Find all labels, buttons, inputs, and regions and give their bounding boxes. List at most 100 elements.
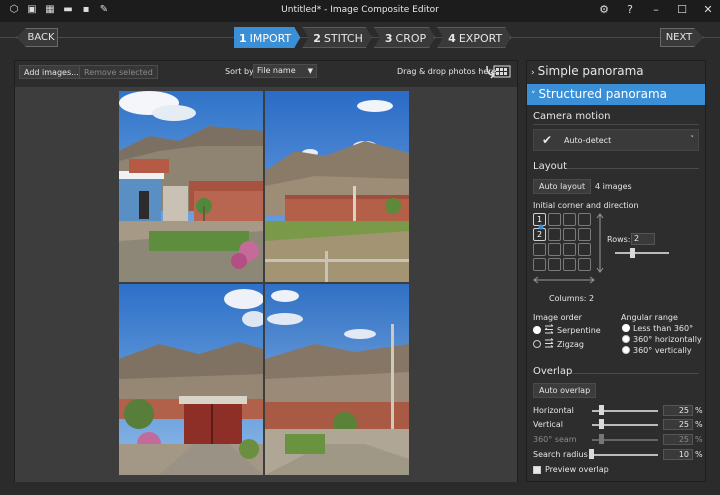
serpentine-radio[interactable] xyxy=(533,326,541,334)
rows-slider-track[interactable] xyxy=(615,252,669,254)
drag-drop-hint: Drag & drop photos here xyxy=(397,67,497,76)
structured-panorama-header[interactable]: ˅ Structured panorama xyxy=(527,84,705,105)
horizontal-overlap-input[interactable]: 25 xyxy=(663,405,693,416)
grid-cell[interactable] xyxy=(533,258,546,271)
360-horizontal-radio[interactable] xyxy=(622,335,630,343)
seam-overlap-slider-thumb xyxy=(599,434,604,444)
step-label: EXPORT xyxy=(458,32,503,45)
sort-by-label: Sort by xyxy=(225,67,254,76)
seam-overlap-input: 25 xyxy=(663,434,693,445)
search-radius-input[interactable]: 10 xyxy=(663,449,693,460)
remove-selected-button[interactable]: Remove selected xyxy=(79,65,158,79)
direction-arrow-icon xyxy=(538,224,544,230)
corner-direction-label: Initial corner and direction xyxy=(533,201,639,210)
step-export[interactable]: 4 EXPORT xyxy=(437,27,511,48)
percent-sign: % xyxy=(695,450,703,459)
less-than-360-radio[interactable] xyxy=(622,324,630,332)
horizontal-overlap-slider-thumb[interactable] xyxy=(599,405,604,415)
divider xyxy=(533,124,699,125)
search-radius-slider-track[interactable] xyxy=(592,454,658,456)
zigzag-radio[interactable] xyxy=(533,340,541,348)
image-count: 4 images xyxy=(595,182,632,191)
grid-cell[interactable] xyxy=(578,258,591,271)
simple-panorama-label: Simple panorama xyxy=(537,64,644,78)
grid-cell[interactable] xyxy=(563,228,576,241)
grid-cell[interactable] xyxy=(563,258,576,271)
search-radius-slider-thumb[interactable] xyxy=(589,449,594,459)
preview-overlap-label: Preview overlap xyxy=(545,465,609,474)
grid-cell[interactable] xyxy=(578,228,591,241)
grid-cell[interactable] xyxy=(563,213,576,226)
step-label: CROP xyxy=(395,32,427,45)
grid-cell[interactable] xyxy=(578,213,591,226)
camera-motion-value: Auto-detect xyxy=(564,136,612,145)
vertical-overlap-input[interactable]: 25 xyxy=(663,419,693,430)
simple-panorama-header[interactable]: › Simple panorama xyxy=(527,61,705,82)
percent-sign: % xyxy=(695,420,703,429)
checkmark-icon: ✔ xyxy=(542,133,553,147)
settings-icon[interactable]: ⚙ xyxy=(598,3,610,17)
step-number: 2 xyxy=(313,32,321,45)
chevron-right-icon: › xyxy=(531,68,535,78)
image-order-title: Image order xyxy=(533,313,582,322)
seam-overlap-label: 360° seam xyxy=(533,435,577,444)
step-number: 1 xyxy=(239,32,247,45)
grid-cell[interactable] xyxy=(563,243,576,256)
grid-cell[interactable] xyxy=(548,228,561,241)
grid-cell[interactable] xyxy=(578,243,591,256)
import-workspace: Add images... Remove selected Sort by Fi… xyxy=(14,60,518,482)
zigzag-label: Zigzag xyxy=(557,340,584,349)
rows-span-arrow-icon xyxy=(596,213,604,273)
photo-thumbnail-2[interactable] xyxy=(265,91,409,282)
step-import[interactable]: 1 IMPORT xyxy=(234,27,300,48)
back-button[interactable]: BACK xyxy=(16,28,58,47)
next-button[interactable]: NEXT xyxy=(660,28,704,47)
window-controls: ⚙ ? – ☐ ✕ xyxy=(598,3,714,17)
rows-input[interactable]: 2 xyxy=(631,233,655,245)
columns-span-arrow-icon xyxy=(533,276,595,284)
360-vertical-radio[interactable] xyxy=(622,346,630,354)
image-canvas[interactable] xyxy=(15,87,517,482)
rows-slider-thumb[interactable] xyxy=(630,248,635,258)
photo-thumbnail-4[interactable] xyxy=(265,284,409,475)
close-icon[interactable]: ✕ xyxy=(702,3,714,17)
wizard-steps: 1 IMPORT 2 STITCH 3 CROP 4 EXPORT xyxy=(234,27,513,48)
preview-overlap-checkbox[interactable] xyxy=(533,466,541,474)
title-bar: ⬡ ▣ ▦ ▬ ▪ ✎ Untitled* - Image Composite … xyxy=(0,0,720,22)
add-images-button[interactable]: Add images... xyxy=(19,65,84,79)
grid-cell[interactable] xyxy=(548,243,561,256)
angular-range-title: Angular range xyxy=(621,313,678,322)
minimize-icon[interactable]: – xyxy=(650,3,662,17)
import-toolbar: Add images... Remove selected Sort by Fi… xyxy=(15,61,517,87)
camera-motion-dropdown[interactable]: ✔ Auto-detect ˅ xyxy=(533,129,699,151)
auto-overlap-button[interactable]: Auto overlap xyxy=(533,383,597,398)
zigzag-icon xyxy=(545,338,554,348)
chevron-down-icon: ▼ xyxy=(307,67,313,75)
grid-cell[interactable] xyxy=(548,213,561,226)
help-icon[interactable]: ? xyxy=(624,3,636,17)
auto-layout-button[interactable]: Auto layout xyxy=(533,179,592,194)
divider xyxy=(567,168,699,169)
chevron-down-icon: ˅ xyxy=(531,91,536,101)
vertical-overlap-slider-thumb[interactable] xyxy=(599,419,604,429)
maximize-icon[interactable]: ☐ xyxy=(676,3,688,17)
step-label: IMPORT xyxy=(249,32,292,45)
drag-drop-icon xyxy=(486,65,511,79)
project-settings-panel: › Simple panorama ˅ Structured panorama Ca… xyxy=(526,60,706,482)
wizard-steps-bar: BACK 1 IMPORT 2 STITCH 3 CROP 4 EXPORT NEXT xyxy=(0,22,720,54)
columns-label: Columns: 2 xyxy=(549,294,595,303)
step-crop[interactable]: 3 CROP xyxy=(374,27,435,48)
layout-title: Layout xyxy=(533,161,567,172)
vertical-overlap-label: Vertical xyxy=(533,420,563,429)
overlap-title: Overlap xyxy=(533,366,573,377)
photo-thumbnail-1[interactable] xyxy=(119,91,263,282)
sort-by-dropdown[interactable]: File name ▼ xyxy=(253,64,317,78)
grid-cell[interactable] xyxy=(533,243,546,256)
structured-panorama-label: Structured panorama xyxy=(538,87,668,101)
serpentine-label: Serpentine xyxy=(557,326,601,335)
search-radius-label: Search radius xyxy=(533,450,588,459)
photo-thumbnail-3[interactable] xyxy=(119,284,263,475)
less-than-360-label: Less than 360° xyxy=(633,324,694,333)
step-stitch[interactable]: 2 STITCH xyxy=(302,27,372,48)
grid-cell[interactable] xyxy=(548,258,561,271)
